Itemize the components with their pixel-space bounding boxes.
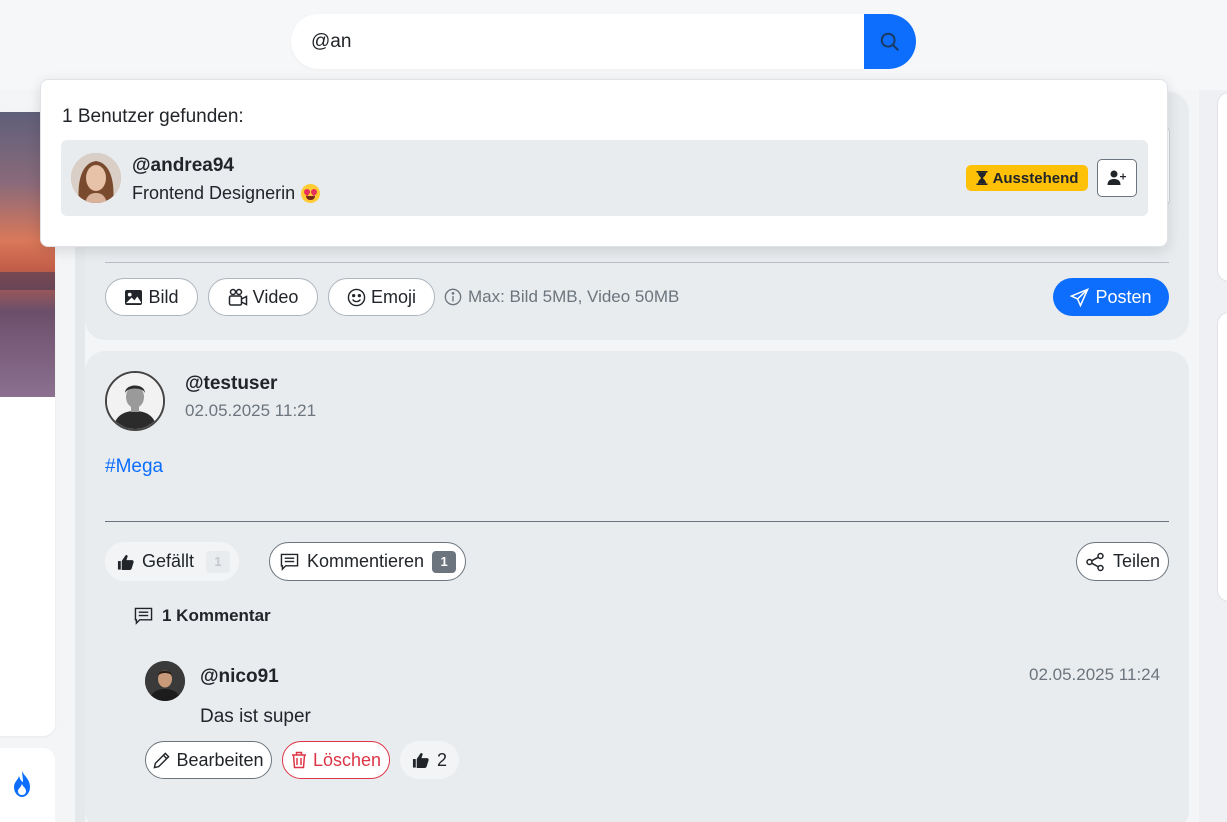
- pencil-icon: [153, 751, 171, 769]
- comment-timestamp: 02.05.2025 11:24: [1029, 665, 1161, 684]
- add-image-label: Bild: [148, 286, 179, 307]
- search-result-username: @andrea94: [132, 155, 234, 176]
- search-results-heading: 1 Benutzer gefunden:: [62, 106, 244, 127]
- delete-label: Löschen: [312, 749, 382, 770]
- person-plus-icon: [1107, 170, 1126, 185]
- post-hashtag[interactable]: #Mega: [105, 456, 163, 478]
- edit-label: Bearbeiten: [176, 749, 264, 770]
- search-bar: [291, 14, 916, 69]
- divider: [105, 262, 1169, 263]
- search-result-item[interactable]: @andrea94 Frontend Designerin Ausstehend: [61, 140, 1148, 216]
- thumbs-up-icon: [412, 753, 429, 769]
- flame-icon: [14, 771, 30, 797]
- info-icon: [444, 288, 462, 306]
- smile-icon: [347, 288, 366, 306]
- send-icon: [1070, 287, 1090, 307]
- post-timestamp: 02.05.2025 11:21: [185, 401, 317, 420]
- chat-icon: [280, 553, 299, 571]
- comments-heading: 1 Kommentar: [134, 606, 271, 626]
- add-emoji-button[interactable]: Emoji: [328, 278, 435, 316]
- status-badge: Ausstehend: [966, 165, 1088, 191]
- search-icon: [880, 32, 899, 51]
- avatar[interactable]: [105, 371, 165, 431]
- share-icon: [1086, 552, 1104, 571]
- media-hint-text: Max: Bild 5MB, Video 50MB: [468, 287, 680, 306]
- add-image-button[interactable]: Bild: [105, 278, 198, 316]
- search-input[interactable]: [291, 14, 866, 69]
- add-video-label: Video: [252, 286, 299, 307]
- trash-icon: [291, 751, 306, 769]
- comment-button[interactable]: Kommentieren 1: [269, 542, 466, 581]
- media-size-hint: Max: Bild 5MB, Video 50MB: [444, 287, 679, 307]
- right-card: [1217, 92, 1227, 282]
- video-icon: [228, 288, 247, 306]
- share-button[interactable]: Teilen: [1076, 542, 1169, 581]
- chat-icon: [134, 607, 153, 625]
- post-author[interactable]: @testuser: [185, 373, 277, 395]
- search-result-bio: Frontend Designerin: [132, 183, 321, 204]
- comment-like-count: 2: [436, 749, 447, 770]
- comment-like-button[interactable]: 2: [400, 741, 459, 779]
- comment-label: Kommentieren: [307, 551, 425, 571]
- default-avatar-icon: [107, 373, 163, 429]
- like-label: Gefällt: [142, 551, 195, 571]
- user-photo-icon: [145, 661, 185, 701]
- like-count-badge: 1: [206, 550, 231, 573]
- add-emoji-label: Emoji: [370, 286, 416, 307]
- search-result-bio-text: Frontend Designerin: [132, 183, 296, 203]
- delete-comment-button[interactable]: Löschen: [282, 741, 390, 779]
- comment-author[interactable]: @nico91: [200, 666, 279, 688]
- image-icon: [125, 289, 143, 305]
- comment-avatar[interactable]: [145, 661, 185, 701]
- heart-eyes-emoji-icon: [301, 184, 321, 203]
- avatar: [71, 153, 121, 203]
- user-photo-icon: [71, 153, 121, 203]
- comments-heading-text: 1 Kommentar: [162, 606, 271, 625]
- post-submit-label: Posten: [1095, 286, 1152, 307]
- comment-text: Das ist super: [200, 706, 311, 727]
- add-friend-button[interactable]: [1097, 159, 1137, 197]
- edit-comment-button[interactable]: Bearbeiten: [145, 741, 272, 779]
- thumbs-up-icon: [117, 554, 134, 570]
- post-submit-button[interactable]: Posten: [1053, 278, 1169, 316]
- divider: [105, 521, 1169, 522]
- like-button[interactable]: Gefällt 1: [105, 542, 239, 581]
- right-card: [1217, 312, 1227, 602]
- hourglass-icon: [976, 171, 988, 185]
- status-badge-label: Ausstehend: [992, 169, 1079, 187]
- add-video-button[interactable]: Video: [208, 278, 318, 316]
- search-button[interactable]: [864, 14, 916, 69]
- search-results-dropdown: 1 Benutzer gefunden: @andrea94 Frontend …: [40, 79, 1168, 247]
- share-label: Teilen: [1112, 551, 1161, 571]
- comment-count-badge: 1: [432, 550, 457, 573]
